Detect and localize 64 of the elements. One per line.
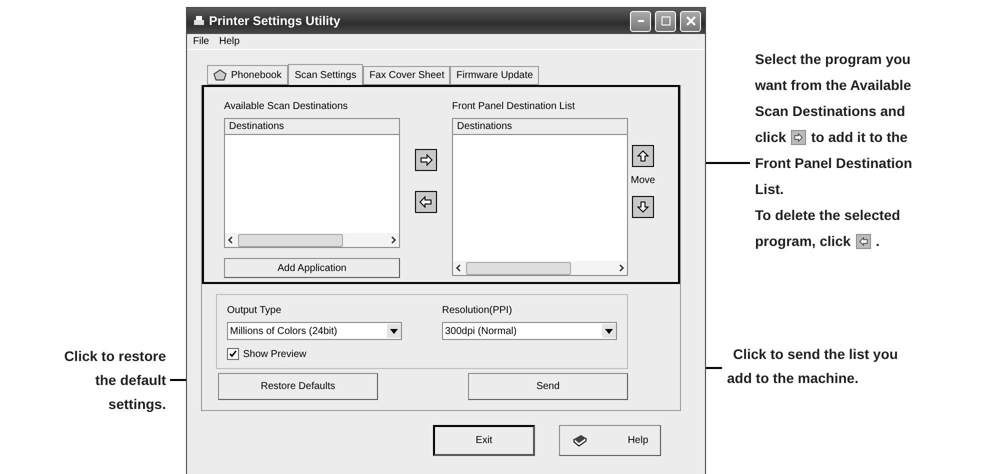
column-header: Destinations	[453, 119, 627, 135]
close-button[interactable]	[680, 10, 701, 32]
callout-text: the default	[95, 372, 166, 388]
leader-line	[706, 367, 722, 369]
menu-item[interactable]: File	[193, 36, 210, 47]
leader-line	[706, 162, 750, 164]
output-type-dropdown[interactable]: Millions of Colors (24bit)	[227, 322, 402, 340]
callout-text: want from the Available	[755, 77, 912, 93]
list-box[interactable]: Destinations	[452, 118, 628, 276]
callout-text: add to the machine.	[727, 370, 858, 386]
move-label: Move	[630, 175, 656, 186]
right-arrow-icon	[791, 130, 806, 144]
callout-text: To delete the selected	[755, 207, 900, 223]
dropdown-arrow-icon[interactable]	[605, 328, 613, 334]
menu-item[interactable]: Help	[219, 36, 240, 47]
field-label: Output Type	[227, 305, 282, 316]
checkmark-icon	[229, 350, 237, 358]
callout-text: to add it to the	[811, 129, 908, 145]
restore-defaults-button[interactable]: Restore Defaults	[218, 373, 378, 400]
help-button[interactable]: Help	[559, 425, 661, 456]
field-label: Resolution(PPI)	[442, 305, 514, 316]
close-icon	[686, 16, 696, 26]
tab[interactable]: Fax Cover Sheet	[363, 66, 450, 85]
callout-text: Select the program you	[755, 51, 911, 67]
book-icon	[572, 434, 588, 448]
minimize-button[interactable]	[630, 10, 651, 32]
send-button[interactable]: Send	[468, 373, 628, 400]
up-arrow-icon	[635, 148, 651, 164]
column-header: Destinations	[225, 119, 399, 135]
field-label: Front Panel Destination List	[452, 101, 576, 112]
add-button[interactable]	[415, 149, 437, 171]
left-arrow-icon	[418, 194, 434, 210]
remove-button[interactable]	[415, 191, 437, 213]
window-title: Printer Settings Utility	[209, 14, 342, 28]
list-box[interactable]: Destinations	[224, 118, 400, 248]
right-arrow-icon	[418, 152, 434, 168]
resolution-dropdown[interactable]: 300dpi (Normal)	[442, 322, 617, 340]
maximize-button[interactable]	[655, 10, 676, 32]
add-application-button[interactable]: Add Application	[224, 258, 400, 278]
callout-text: Front Panel Destination	[755, 155, 912, 171]
tab[interactable]: Scan Settings	[288, 64, 364, 86]
callout-text: Click to restore	[64, 348, 166, 364]
callout-text: program, click	[755, 233, 851, 249]
horizontal-scrollbar[interactable]	[453, 261, 627, 275]
dropdown-arrow-icon[interactable]	[390, 328, 398, 334]
tab[interactable]: Firmware Update	[450, 66, 540, 85]
tab[interactable]: Phonebook	[207, 65, 288, 85]
callout-text: settings.	[108, 396, 166, 412]
callout-text: .	[876, 233, 880, 249]
move-down-button[interactable]	[632, 196, 654, 218]
leader-line	[170, 379, 186, 381]
callout-text: Scan Destinations and	[755, 103, 906, 119]
callout-text: List.	[755, 181, 784, 197]
down-arrow-icon	[635, 199, 651, 215]
exit-button[interactable]: Exit	[433, 425, 535, 456]
horizontal-scrollbar[interactable]	[225, 233, 399, 247]
maximize-icon	[660, 16, 670, 26]
minimize-icon	[638, 20, 644, 22]
callout-text: Click to send the list you	[733, 346, 898, 362]
printer-icon	[193, 15, 205, 27]
move-up-button[interactable]	[632, 145, 654, 167]
show-preview-checkbox[interactable]: Show Preview	[227, 348, 402, 360]
callout-text: click	[755, 129, 786, 145]
field-label: Available Scan Destinations	[224, 101, 349, 112]
